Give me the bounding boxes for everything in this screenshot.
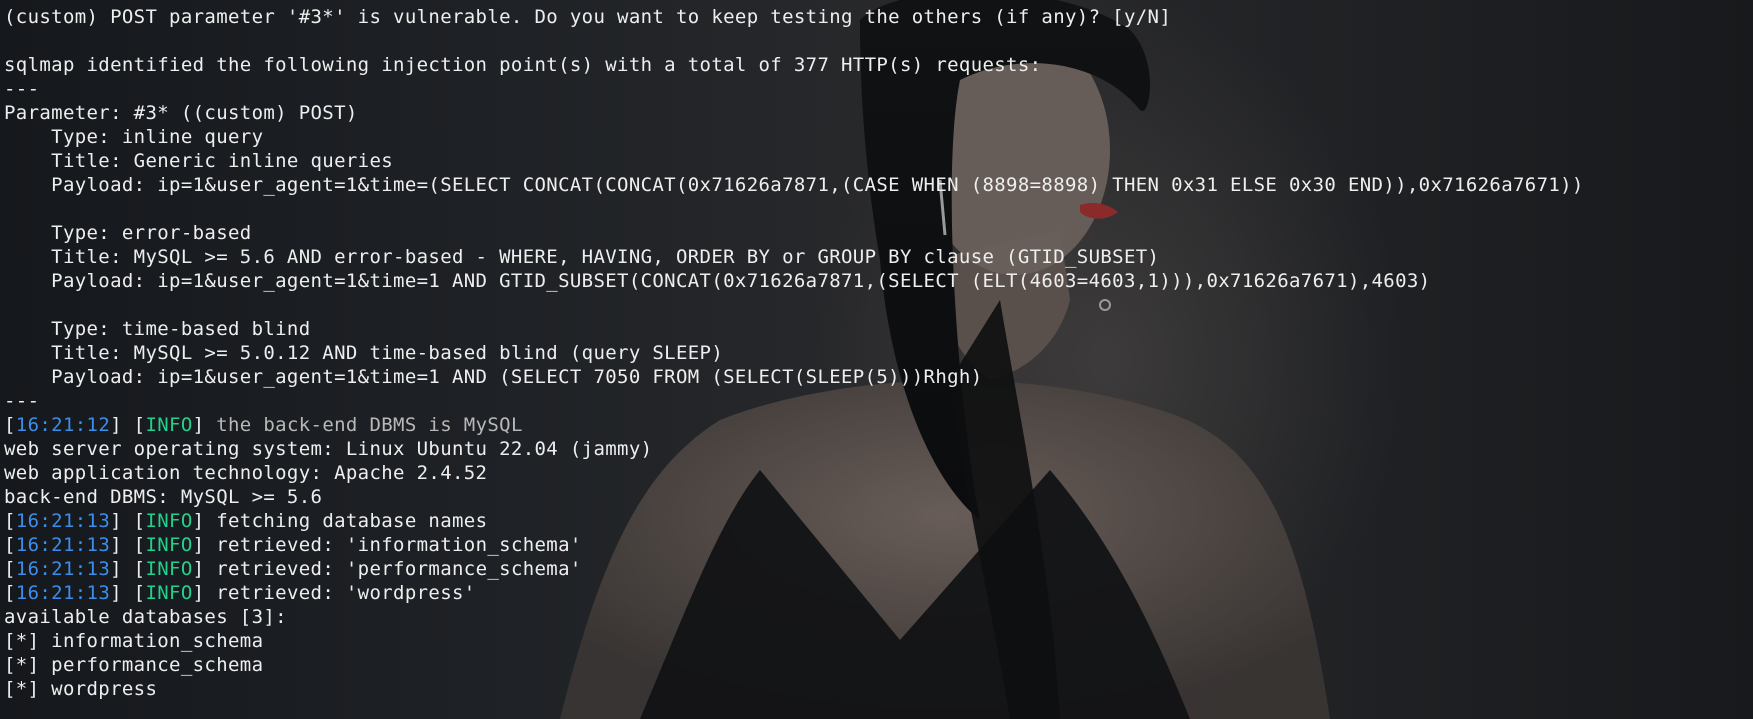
terminal-line: Title: MySQL >= 5.0.12 AND time-based bl… (4, 341, 1584, 365)
terminal-line: --- (4, 389, 1584, 413)
terminal-line: available databases [3]: (4, 605, 1584, 629)
log-bracket: ] [ (110, 414, 146, 436)
log-message: retrieved: 'information_schema' (216, 534, 582, 556)
terminal-line: [*] information_schema (4, 629, 1584, 653)
log-message: retrieved: 'performance_schema' (216, 558, 582, 580)
line-text: Type: time-based blind (4, 318, 311, 340)
log-bracket: [ (4, 534, 16, 556)
terminal-line: [16:21:13] [INFO] retrieved: 'performanc… (4, 557, 1584, 581)
terminal-line: (custom) POST parameter '#3*' is vulnera… (4, 5, 1584, 29)
log-timestamp: 16:21:12 (15, 414, 111, 436)
line-text: [*] information_schema (4, 630, 264, 652)
line-text: Type: error-based (4, 222, 252, 244)
line-text: Payload: ip=1&user_agent=1&time=1 AND (S… (4, 366, 983, 388)
line-text: Payload: ip=1&user_agent=1&time=1 AND GT… (4, 270, 1431, 292)
terminal-line: --- (4, 77, 1584, 101)
log-timestamp: 16:21:13 (15, 510, 111, 532)
log-timestamp: 16:21:13 (15, 534, 111, 556)
line-text: Payload: ip=1&user_agent=1&time=(SELECT … (4, 174, 1584, 196)
line-text: [*] wordpress (4, 678, 158, 700)
log-bracket: ] [ (110, 510, 146, 532)
line-text: [*] performance_schema (4, 654, 264, 676)
terminal-line: back-end DBMS: MySQL >= 5.6 (4, 485, 1584, 509)
terminal-line: [16:21:13] [INFO] fetching database name… (4, 509, 1584, 533)
log-level: INFO (145, 582, 193, 604)
terminal-line: [*] performance_schema (4, 653, 1584, 677)
terminal-line: Parameter: #3* ((custom) POST) (4, 101, 1584, 125)
line-text: web application technology: Apache 2.4.5… (4, 462, 488, 484)
log-bracket: ] (192, 414, 217, 436)
line-text: web server operating system: Linux Ubunt… (4, 438, 653, 460)
terminal-line: [*] wordpress (4, 677, 1584, 701)
log-bracket: ] (192, 534, 217, 556)
log-level: INFO (145, 534, 193, 556)
line-text: --- (4, 390, 40, 412)
terminal-line: Payload: ip=1&user_agent=1&time=(SELECT … (4, 173, 1584, 197)
line-text: Title: MySQL >= 5.6 AND error-based - WH… (4, 246, 1160, 268)
log-bracket: [ (4, 510, 16, 532)
terminal-line: Title: MySQL >= 5.6 AND error-based - WH… (4, 245, 1584, 269)
line-text: back-end DBMS: MySQL >= 5.6 (4, 486, 323, 508)
log-message: retrieved: 'wordpress' (216, 582, 476, 604)
log-level: INFO (145, 558, 193, 580)
line-text: Title: Generic inline queries (4, 150, 394, 172)
log-bracket: [ (4, 582, 16, 604)
terminal-line: Title: Generic inline queries (4, 149, 1584, 173)
log-timestamp: 16:21:13 (15, 582, 111, 604)
log-timestamp: 16:21:13 (15, 558, 111, 580)
log-bracket: ] (192, 510, 217, 532)
terminal-line: [16:21:12] [INFO] the back-end DBMS is M… (4, 413, 1584, 437)
terminal-output: (custom) POST parameter '#3*' is vulnera… (4, 5, 1584, 701)
line-text: (custom) POST parameter '#3*' is vulnera… (4, 6, 1172, 28)
terminal-line: Type: time-based blind (4, 317, 1584, 341)
terminal-window[interactable]: (custom) POST parameter '#3*' is vulnera… (0, 0, 1753, 719)
terminal-line: Type: inline query (4, 125, 1584, 149)
terminal-line: [16:21:13] [INFO] retrieved: 'informatio… (4, 533, 1584, 557)
line-text: Parameter: #3* ((custom) POST) (4, 102, 358, 124)
log-level: INFO (145, 510, 193, 532)
log-bracket: ] [ (110, 558, 146, 580)
terminal-line: Payload: ip=1&user_agent=1&time=1 AND (S… (4, 365, 1584, 389)
terminal-line: web server operating system: Linux Ubunt… (4, 437, 1584, 461)
line-text: Title: MySQL >= 5.0.12 AND time-based bl… (4, 342, 724, 364)
line-text: available databases [3]: (4, 606, 287, 628)
line-text: Type: inline query (4, 126, 264, 148)
terminal-line: [16:21:13] [INFO] retrieved: 'wordpress' (4, 581, 1584, 605)
log-message: the back-end DBMS is MySQL (216, 414, 523, 436)
log-bracket: [ (4, 414, 16, 436)
log-level: INFO (145, 414, 193, 436)
line-text: sqlmap identified the following injectio… (4, 54, 1042, 76)
line-text: --- (4, 78, 40, 100)
terminal-line: web application technology: Apache 2.4.5… (4, 461, 1584, 485)
log-message: fetching database names (216, 510, 488, 532)
terminal-line: Payload: ip=1&user_agent=1&time=1 AND GT… (4, 269, 1584, 293)
terminal-line: sqlmap identified the following injectio… (4, 53, 1584, 77)
log-bracket: ] (192, 582, 217, 604)
log-bracket: ] [ (110, 582, 146, 604)
log-bracket: ] [ (110, 534, 146, 556)
log-bracket: ] (192, 558, 217, 580)
terminal-line: Type: error-based (4, 221, 1584, 245)
log-bracket: [ (4, 558, 16, 580)
